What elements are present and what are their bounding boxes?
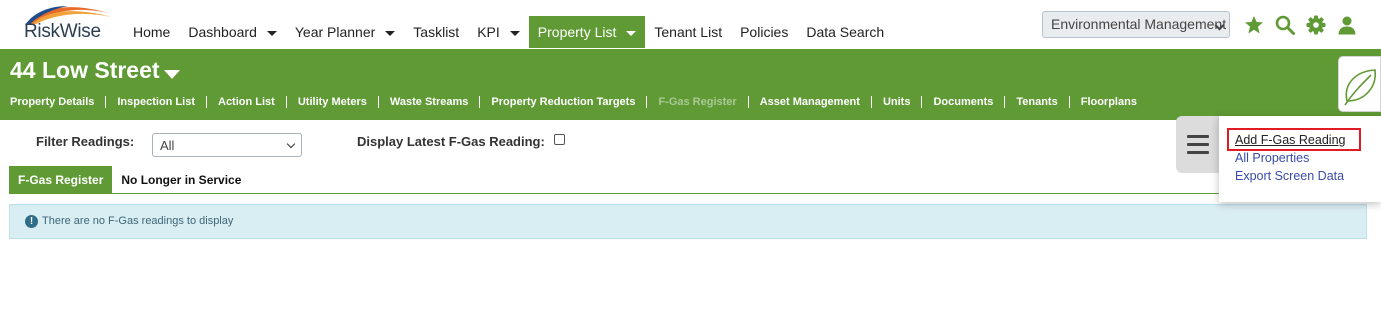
filter-readings-label: Filter Readings: [36, 134, 135, 149]
caret-down-icon [385, 30, 396, 36]
nav-property-list[interactable]: Property List [528, 16, 646, 48]
subnav-action-list[interactable]: Action List [218, 96, 275, 108]
nav-year-planner[interactable]: Year Planner [286, 16, 404, 48]
subnav-divider [921, 96, 923, 108]
nav-tasklist[interactable]: Tasklist [404, 16, 468, 48]
subnav-utility-meters[interactable]: Utility Meters [298, 96, 367, 108]
logo-text: RiskWise [24, 21, 101, 42]
all-properties-link[interactable]: All Properties [1235, 151, 1309, 165]
hamburger-icon [1187, 135, 1209, 138]
nav-tenant-list[interactable]: Tenant List [645, 16, 731, 48]
register-tabs: F-Gas Register No Longer in Service [9, 166, 250, 193]
top-navbar: RiskWise Home Dashboard Year Planner Tas… [0, 0, 1381, 48]
hamburger-icon [1187, 143, 1209, 146]
empty-state-alert: ! There are no F-Gas readings to display [9, 204, 1367, 239]
filter-readings-select[interactable]: All [152, 133, 302, 157]
chevron-down-icon [286, 139, 296, 149]
export-screen-data-link[interactable]: Export Screen Data [1235, 169, 1344, 183]
tab-f-gas-register[interactable]: F-Gas Register [9, 166, 113, 193]
main-nav: Home Dashboard Year Planner Tasklist KPI… [124, 16, 893, 48]
subnav-waste-streams[interactable]: Waste Streams [390, 96, 468, 108]
subnav-floorplans[interactable]: Floorplans [1081, 96, 1137, 108]
nav-dashboard[interactable]: Dashboard [179, 16, 286, 48]
subnav-units[interactable]: Units [883, 96, 911, 108]
subnav-divider [646, 96, 648, 108]
nav-data-search[interactable]: Data Search [797, 16, 893, 48]
nav-label: Policies [740, 24, 789, 40]
environment-leaf-button[interactable] [1338, 56, 1381, 112]
tabs-divider [9, 193, 1367, 194]
subnav-divider [747, 96, 749, 108]
subnav-property-details[interactable]: Property Details [10, 96, 94, 108]
info-icon: ! [25, 215, 38, 228]
highlight-box [1227, 128, 1361, 151]
gear-icon[interactable] [1306, 15, 1326, 35]
subnav-tenants[interactable]: Tenants [1016, 96, 1057, 108]
nav-kpi[interactable]: KPI [468, 16, 529, 48]
subnav-f-gas-register: F-Gas Register [658, 96, 737, 108]
nav-policies[interactable]: Policies [731, 16, 797, 48]
tab-no-longer-in-service[interactable]: No Longer in Service [112, 166, 250, 193]
subnav-divider [870, 96, 872, 108]
search-icon[interactable] [1275, 15, 1295, 35]
subnav-divider [1068, 96, 1070, 108]
leaf-icon [1344, 69, 1376, 106]
property-dropdown-icon[interactable] [164, 70, 180, 79]
nav-label: Dashboard [188, 24, 257, 40]
alert-text: There are no F-Gas readings to display [42, 215, 234, 227]
subnav-divider [285, 96, 287, 108]
user-icon[interactable] [1337, 15, 1357, 35]
nav-label: Data Search [806, 24, 885, 40]
nav-label: Home [133, 24, 171, 40]
hamburger-icon [1187, 151, 1209, 154]
nav-label: Year Planner [294, 24, 376, 40]
subnav-asset-management[interactable]: Asset Management [760, 96, 860, 108]
subnav-documents[interactable]: Documents [933, 96, 993, 108]
nav-label: Tenant List [654, 24, 723, 40]
caret-down-icon [626, 30, 637, 36]
subnav-divider [377, 96, 379, 108]
riskwise-logo[interactable]: RiskWise [22, 4, 114, 44]
star-icon[interactable] [1244, 15, 1264, 35]
property-subnav: Property Details Inspection List Action … [10, 96, 1137, 108]
subnav-divider [479, 96, 481, 108]
subnav-divider [1004, 96, 1006, 108]
module-select-value: Environmental Management [1051, 16, 1227, 32]
top-icon-group [1244, 15, 1357, 35]
subnav-property-reduction-targets[interactable]: Property Reduction Targets [491, 96, 635, 108]
nav-label: Property List [537, 24, 617, 40]
caret-down-icon [266, 30, 277, 36]
display-latest-checkbox[interactable] [554, 134, 565, 145]
nav-home[interactable]: Home [124, 16, 179, 48]
subnav-inspection-list[interactable]: Inspection List [117, 96, 195, 108]
property-header: 44 Low Street Property Details Inspectio… [0, 49, 1381, 120]
nav-label: KPI [477, 24, 500, 40]
caret-down-icon [509, 30, 520, 36]
display-latest-label: Display Latest F-Gas Reading: [357, 134, 545, 149]
module-select[interactable]: Environmental Management [1042, 11, 1230, 38]
property-title: 44 Low Street [10, 57, 160, 83]
nav-label: Tasklist [413, 24, 460, 40]
subnav-divider [206, 96, 207, 108]
subnav-divider [105, 96, 107, 108]
filter-readings-value: All [160, 138, 175, 153]
